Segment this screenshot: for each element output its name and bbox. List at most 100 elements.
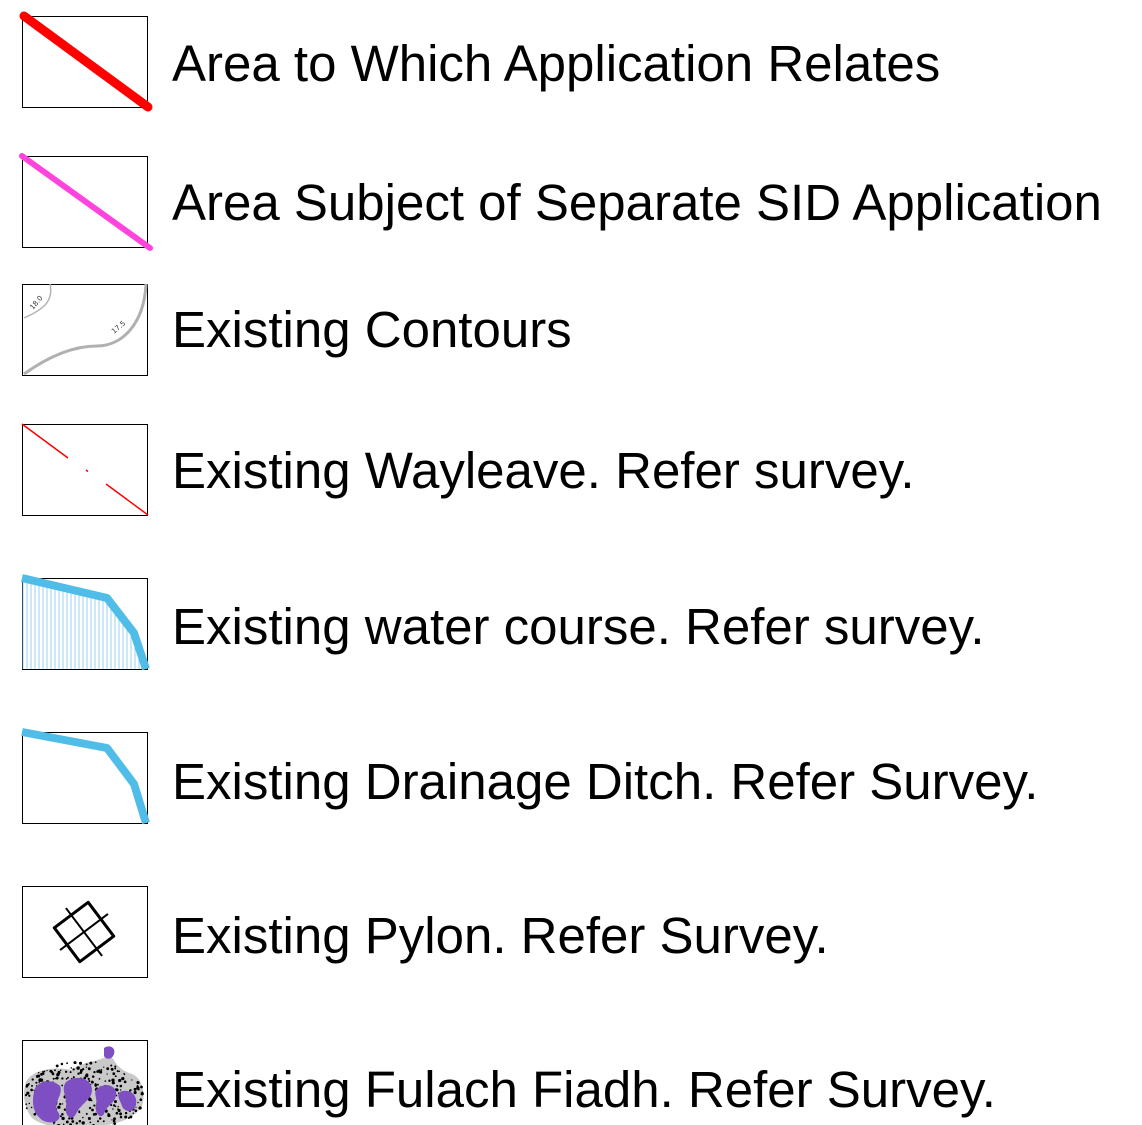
thick-red-diagonal-line-icon — [19, 11, 153, 112]
speckle-dot — [133, 1087, 137, 1091]
purple-speckled-feature-icon — [22, 1040, 148, 1125]
legend-item-fulach-fiadh: Existing Fulach Fiadh. Refer Survey. — [0, 1024, 1142, 1125]
speckle-dot — [93, 1104, 96, 1107]
speckle-dot — [140, 1085, 143, 1089]
speckle-dot — [78, 1061, 83, 1065]
speckle-dot — [112, 1119, 116, 1123]
speckle-dot — [52, 1077, 55, 1080]
speckle-dot — [54, 1069, 56, 1072]
speckle-dot — [61, 1112, 64, 1116]
speckle-dot — [133, 1091, 137, 1095]
pink-diagonal-line-icon — [19, 153, 153, 251]
legend-label: Existing Fulach Fiadh. Refer Survey. — [172, 1061, 996, 1118]
speckle-dot — [60, 1062, 64, 1066]
speckle-dot — [116, 1070, 119, 1073]
speckle-dot — [54, 1077, 57, 1080]
blue-ditch-line-icon — [21, 728, 150, 825]
pylon-diamond-cross-icon — [22, 886, 148, 978]
speckle-dot — [61, 1116, 65, 1121]
speckle-dot — [135, 1106, 137, 1108]
speckle-dot — [93, 1070, 96, 1074]
speckle-dot — [59, 1069, 62, 1072]
speckle-dot — [67, 1076, 69, 1079]
blue-hatched-water-area-icon — [21, 574, 150, 671]
speckle-dot — [77, 1072, 80, 1075]
speckle-dot — [37, 1074, 41, 1078]
speckle-dot — [134, 1109, 138, 1113]
speckle-dot — [118, 1078, 122, 1083]
speckle-dot — [118, 1070, 121, 1073]
speckle-dot — [96, 1070, 100, 1073]
speckle-dot — [69, 1071, 72, 1074]
grey-contour-lines-icon: 18.0 17.5 — [22, 283, 148, 376]
speckle-dot — [117, 1108, 121, 1113]
speckle-dot — [140, 1092, 144, 1096]
speckle-dot — [42, 1073, 45, 1075]
speckle-dot — [108, 1079, 111, 1083]
speckle-dot — [137, 1101, 139, 1104]
speckle-dot — [66, 1062, 68, 1065]
speckle-dot — [124, 1111, 128, 1115]
speckle-dot — [61, 1077, 64, 1080]
speckle-dot — [103, 1066, 105, 1068]
speckle-dot — [89, 1121, 92, 1124]
speckle-dot — [112, 1104, 116, 1107]
speckle-dot — [107, 1112, 110, 1116]
speckle-dot — [117, 1106, 119, 1108]
speckle-dot — [31, 1078, 34, 1081]
speckle-dot — [94, 1083, 97, 1086]
speckle-dot — [106, 1067, 110, 1071]
speckle-dot — [82, 1116, 84, 1119]
speckle-dot — [75, 1122, 79, 1125]
speckle-dot — [35, 1081, 38, 1084]
speckle-dot — [114, 1065, 117, 1068]
speckle-dot — [87, 1067, 91, 1071]
speckle-dot — [28, 1094, 31, 1097]
speckle-dot — [64, 1070, 68, 1073]
speckle-dot — [104, 1080, 107, 1082]
speckle-dot — [38, 1081, 40, 1084]
speckle-dot — [85, 1066, 88, 1068]
speckle-dot — [137, 1088, 140, 1091]
legend-label: Area Subject of Separate SID Application — [172, 174, 1102, 231]
speckle-dot — [26, 1083, 29, 1087]
speckle-dot — [96, 1083, 99, 1086]
speckle-dot — [59, 1115, 62, 1118]
speckle-dot — [111, 1119, 113, 1121]
legend-label: Existing Wayleave. Refer survey. — [172, 442, 915, 499]
legend-label: Existing Pylon. Refer Survey. — [172, 907, 829, 964]
speckle-dot — [33, 1112, 37, 1116]
speckle-dot — [91, 1075, 95, 1078]
speckle-dot — [120, 1089, 122, 1091]
legend: Area to Which Application Relates Area S… — [0, 0, 1142, 1125]
speckle-dot — [119, 1115, 123, 1119]
speckle-dot — [129, 1115, 133, 1119]
speckle-dot — [131, 1079, 133, 1081]
speckle-dot — [26, 1091, 30, 1095]
speckle-dot — [28, 1102, 31, 1105]
speckle-dot — [112, 1108, 114, 1110]
speckle-dot — [85, 1112, 88, 1115]
speckle-dot — [59, 1102, 62, 1106]
speckle-dot — [85, 1063, 88, 1066]
legend-item-contours: 18.0 17.5 Existing Contours — [0, 270, 1142, 376]
speckle-dot — [43, 1070, 46, 1073]
speckle-dot — [98, 1117, 102, 1120]
speckle-dot — [119, 1084, 123, 1088]
speckle-dot — [87, 1077, 90, 1081]
legend-item-wayleave: Existing Wayleave. Refer survey. — [0, 410, 1142, 516]
speckle-dot — [87, 1116, 91, 1121]
legend-label: Existing Contours — [172, 301, 572, 358]
speckle-dot — [123, 1073, 126, 1076]
speckle-dot — [119, 1112, 123, 1116]
speckle-dot — [61, 1103, 64, 1105]
legend-item-area-sid: Area Subject of Separate SID Application — [0, 140, 1142, 251]
speckle-dot — [79, 1071, 83, 1074]
speckle-dot — [30, 1106, 33, 1109]
speckle-dot — [61, 1084, 64, 1087]
speckle-dot — [89, 1061, 93, 1065]
speckle-dot — [82, 1067, 85, 1071]
legend-label: Existing Drainage Ditch. Refer Survey. — [172, 753, 1039, 810]
speckle-dot — [31, 1084, 33, 1087]
speckle-dot — [46, 1069, 48, 1072]
